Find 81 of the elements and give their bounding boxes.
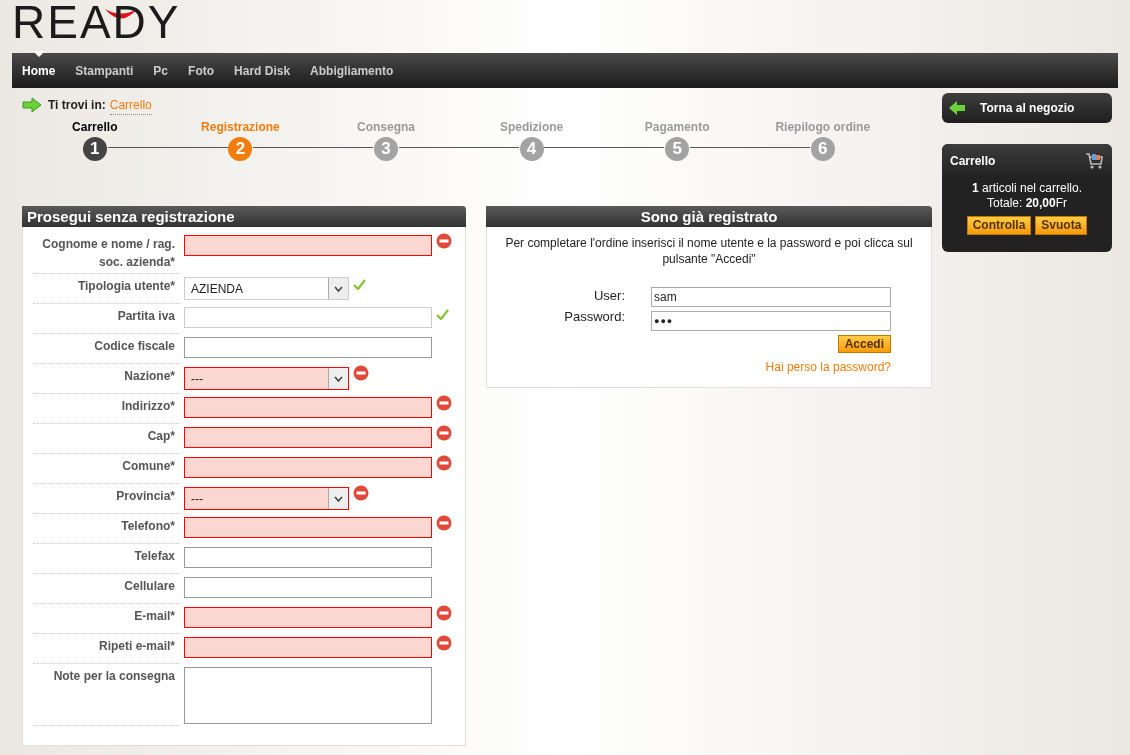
cart-button[interactable]: Svuota <box>1035 216 1088 235</box>
panel-header: Prosegui senza registrazione <box>22 206 466 227</box>
input-field[interactable] <box>184 457 432 478</box>
error-icon <box>353 485 369 501</box>
input-field[interactable] <box>184 517 432 538</box>
cart-total: Totale: 20,00Fr <box>985 196 1069 211</box>
input-field[interactable] <box>184 235 432 256</box>
field-label: Comune* <box>33 454 179 484</box>
arrow-right-icon <box>22 97 42 113</box>
field-label: E-mail* <box>33 604 179 634</box>
step-number: 3 <box>374 137 398 161</box>
cart-button[interactable]: Controlla <box>966 216 1032 235</box>
input-field[interactable] <box>184 337 432 358</box>
step-number: 2 <box>228 137 253 161</box>
login-button[interactable]: Accedi <box>837 335 891 353</box>
step-number: 6 <box>810 137 835 161</box>
error-icon <box>436 605 452 621</box>
caret-icon <box>334 495 343 502</box>
shopping-cart-icon <box>1084 151 1104 171</box>
field-label: Ripeti e-mail* <box>33 634 179 664</box>
field-label: Codice fiscale <box>33 334 179 364</box>
input-field[interactable] <box>184 607 432 628</box>
error-icon <box>353 365 369 381</box>
check-icon <box>436 309 449 320</box>
field-label: Indirizzo* <box>33 394 179 424</box>
nav-link[interactable]: Hard Disk <box>234 63 291 78</box>
step-number: 5 <box>665 137 690 161</box>
caret-icon <box>334 285 343 292</box>
error-icon <box>436 635 452 651</box>
caret-icon <box>334 375 343 382</box>
input-field[interactable] <box>184 397 432 418</box>
input-field[interactable] <box>184 577 432 598</box>
dropdown[interactable]: --- <box>184 367 349 390</box>
field-label: Cognome e nome / rag. soc. azienda* <box>33 232 179 274</box>
field-label: Cellulare <box>33 574 179 604</box>
field-label: Tipologia utente* <box>33 274 179 304</box>
step-label: Carrello <box>72 120 118 134</box>
step-label: Spedizione <box>499 120 564 134</box>
error-icon <box>436 395 452 411</box>
field-label: Partita iva <box>33 304 179 334</box>
step-number: 4 <box>519 137 544 161</box>
breadcrumb-label: Ti trovi in: <box>48 97 106 114</box>
field-label: Cap* <box>33 424 179 454</box>
field-label: Provincia* <box>33 484 179 514</box>
step-label: Pagamento <box>644 120 710 134</box>
step-label: Riepilogo ordine <box>775 120 871 134</box>
arrow-left-icon <box>948 100 966 116</box>
back-to-shop-button[interactable]: Torna al negozio <box>942 93 1112 123</box>
login-instructions: Per completare l'ordine inserisci il nome utente e la password e poi clicca sul pulsante "Accedi" <box>504 235 914 267</box>
password-field[interactable]: ●●● <box>651 311 891 331</box>
cart-summary: 1 articoli nel carrello. <box>970 181 1084 196</box>
nav-link[interactable]: Stampanti <box>75 63 134 78</box>
panel-header: Sono già registrato <box>486 206 932 227</box>
user-field[interactable]: sam <box>651 287 891 307</box>
step-number: 1 <box>82 137 107 161</box>
input-field[interactable] <box>184 427 432 448</box>
step-label: Registrazione <box>201 120 280 134</box>
field-label: Telefono* <box>33 514 179 544</box>
step-label: Consegna <box>356 120 415 134</box>
dropdown[interactable]: AZIENDA <box>184 277 349 300</box>
nav-link[interactable]: Pc <box>153 63 169 78</box>
check-icon <box>353 279 366 290</box>
dropdown[interactable]: --- <box>184 487 349 510</box>
nav-link[interactable]: Abbigliamento <box>310 63 394 78</box>
nav-link[interactable]: Foto <box>188 63 215 78</box>
logo[interactable]: READY <box>12 2 181 42</box>
input-field[interactable] <box>184 547 432 568</box>
error-icon <box>436 455 452 471</box>
input-field[interactable] <box>184 307 432 328</box>
field-label: Nazione* <box>33 364 179 394</box>
password-label: Password: <box>563 308 625 326</box>
notes-field[interactable] <box>184 667 432 724</box>
error-icon <box>436 515 452 531</box>
nav-link[interactable]: Home <box>22 63 56 78</box>
error-icon <box>436 425 452 441</box>
input-field[interactable] <box>184 637 432 658</box>
field-label: Note per la consegna <box>33 664 179 726</box>
error-icon <box>436 233 452 249</box>
user-label: User: <box>592 287 625 305</box>
cart-title: Carrello <box>950 153 996 170</box>
field-label: Telefax <box>33 544 179 574</box>
